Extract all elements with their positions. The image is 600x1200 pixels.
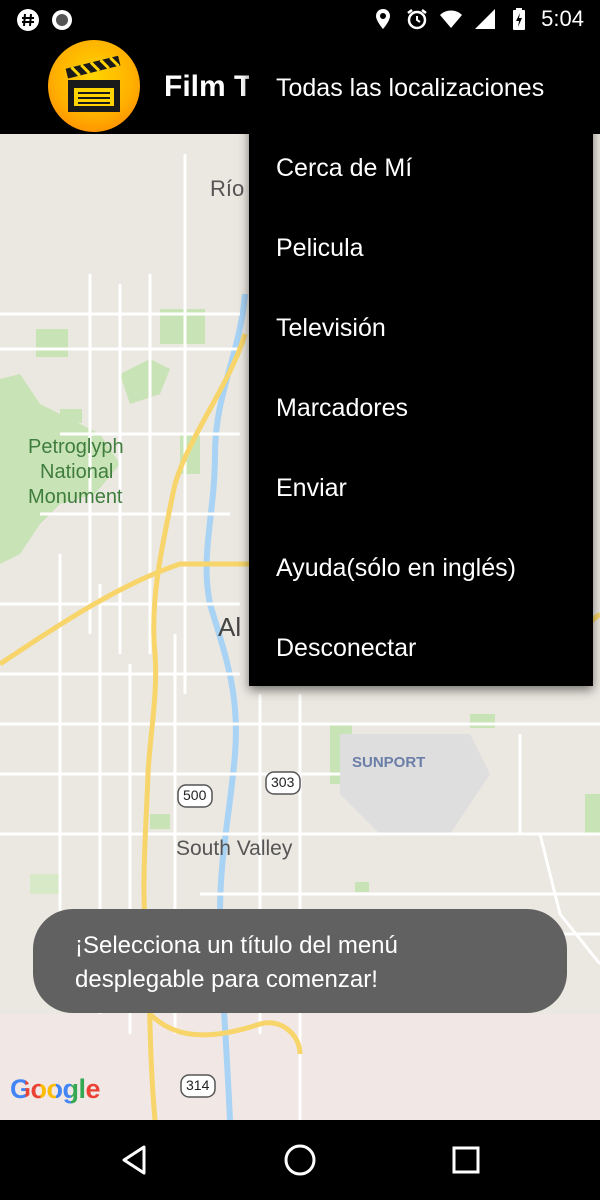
map-label-south-valley: South Valley bbox=[176, 837, 293, 860]
location-icon bbox=[376, 9, 391, 29]
menu-item-submit[interactable]: Enviar bbox=[249, 448, 593, 528]
menu-item-all-locations[interactable]: Todas las localizaciones bbox=[249, 48, 593, 128]
menu-item-help[interactable]: Ayuda(sólo en inglés) bbox=[249, 528, 593, 608]
app-title: Film T bbox=[164, 70, 253, 103]
google-logo: Google bbox=[10, 1074, 101, 1105]
menu-item-movie[interactable]: Pelicula bbox=[249, 208, 593, 288]
airport-area bbox=[340, 734, 490, 834]
alarm-icon bbox=[407, 9, 427, 30]
hash-icon bbox=[17, 9, 39, 31]
clapperboard-icon bbox=[65, 55, 121, 112]
wifi-icon bbox=[440, 10, 463, 28]
status-left bbox=[16, 8, 74, 32]
overflow-menu: Todas las localizaciones Cerca de Mí Pel… bbox=[249, 48, 593, 686]
route-303-label: 303 bbox=[271, 774, 295, 790]
record-icon bbox=[52, 10, 72, 30]
menu-item-logout[interactable]: Desconectar bbox=[249, 608, 593, 688]
navigation-bar bbox=[0, 1120, 600, 1200]
menu-item-bookmarks[interactable]: Marcadores bbox=[249, 368, 593, 448]
back-triangle-icon[interactable] bbox=[116, 1142, 152, 1178]
route-500-label: 500 bbox=[183, 787, 207, 803]
home-circle-icon[interactable] bbox=[282, 1142, 318, 1178]
toast-message: ¡Selecciona un título del menú desplegab… bbox=[33, 909, 567, 1013]
menu-item-television[interactable]: Televisión bbox=[249, 288, 593, 368]
map-label-petroglyph-2: National bbox=[40, 461, 114, 483]
signal-icon bbox=[475, 9, 496, 29]
status-time: 5:04 bbox=[541, 6, 584, 31]
map-label-rio: Río bbox=[210, 176, 245, 201]
route-314-label: 314 bbox=[186, 1077, 210, 1093]
map-label-sunport: SUNPORT bbox=[352, 754, 426, 771]
status-right: 5:04 bbox=[371, 6, 584, 32]
map-label-petroglyph-1: Petroglyph bbox=[28, 436, 124, 458]
map-label-city: Al bbox=[218, 612, 242, 642]
battery-charging-icon bbox=[513, 8, 526, 30]
status-bar: 5:04 bbox=[0, 0, 600, 40]
app-logo[interactable] bbox=[48, 40, 140, 132]
google-logo-text: Google bbox=[10, 1074, 101, 1104]
map-label-petroglyph-3: Monument bbox=[28, 486, 123, 508]
menu-item-near-me[interactable]: Cerca de Mí bbox=[249, 128, 593, 208]
recents-square-icon[interactable] bbox=[448, 1142, 484, 1178]
